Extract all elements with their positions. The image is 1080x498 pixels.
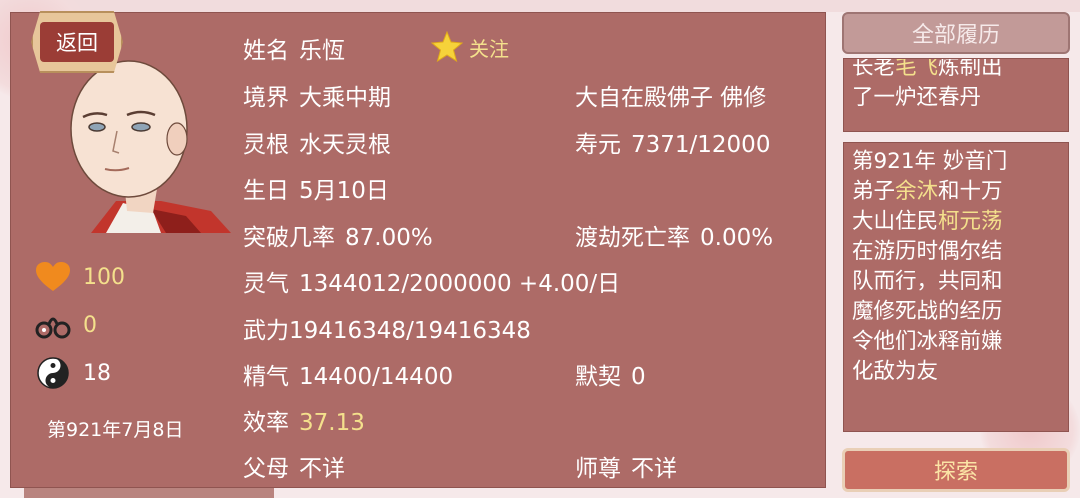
stat-yinyang: 18	[35, 355, 111, 391]
heart-icon	[35, 259, 71, 295]
current-date: 第921年7月8日	[47, 419, 184, 441]
chain-value: 0	[83, 312, 97, 338]
force-value: 武力19416348/19416348	[243, 318, 531, 344]
breakthrough-value: 87.00%	[345, 225, 433, 251]
life-value: 7371/12000	[631, 132, 771, 158]
bond-row: 默契 0	[575, 364, 646, 390]
person-name[interactable]: 余沐	[895, 179, 938, 204]
yin-yang-icon	[35, 355, 71, 391]
essence-row: 精气 14400/14400	[243, 364, 454, 390]
explore-label: 探索	[933, 460, 978, 485]
heart-value: 100	[83, 264, 125, 290]
back-button[interactable]: 返回	[31, 11, 123, 73]
handcuffs-icon	[35, 307, 71, 343]
history-entry: 第921年 妙音门 弟子余沐和十万 大山住民柯元荡 在游历时偶尔结 队而行，共同…	[843, 142, 1069, 432]
qi-row: 灵气 1344012/2000000 +4.00/日	[243, 271, 621, 297]
follow-button[interactable]: 关注	[431, 31, 509, 63]
yinyang-value: 18	[83, 360, 111, 386]
name-row: 姓名 乐恆	[243, 38, 345, 64]
bottom-panel-fragment	[24, 488, 274, 498]
back-button-label: 返回	[56, 31, 98, 55]
all-history-label: 全部履历	[911, 23, 1000, 48]
tribulation-row: 渡劫死亡率 0.00%	[575, 225, 774, 251]
root-value: 水天灵根	[299, 132, 391, 158]
name-value: 乐恆	[299, 38, 345, 64]
qi-value: 1344012/2000000 +4.00/日	[299, 271, 621, 297]
master-value: 不详	[631, 456, 677, 482]
essence-value: 14400/14400	[299, 364, 454, 390]
efficiency-value: 37.13	[299, 410, 365, 436]
efficiency-row: 效率 37.13	[243, 410, 365, 436]
all-history-button[interactable]: 全部履历	[842, 12, 1070, 54]
root-row: 灵根 水天灵根	[243, 132, 391, 158]
bond-value: 0	[631, 364, 646, 390]
character-panel: 返回 100 0 18 第921年7月8日 关注 姓名 乐恆 境界 大乘中期 大自在…	[10, 11, 826, 488]
star-icon	[431, 31, 463, 63]
character-portrait	[70, 60, 231, 233]
history-entry: 长老毛飞炼制出 了一炉还春丹	[843, 58, 1069, 132]
person-name[interactable]: 柯元荡	[938, 209, 1003, 234]
parents-value: 不详	[299, 456, 345, 482]
tribulation-value: 0.00%	[700, 225, 774, 251]
follow-label: 关注	[469, 36, 509, 61]
life-row: 寿元 7371/12000	[575, 132, 771, 158]
birthday-row: 生日 5月10日	[243, 178, 389, 204]
birthday-value: 5月10日	[299, 178, 389, 204]
top-background-strip	[0, 0, 1080, 12]
master-row: 师尊 不详	[575, 456, 677, 482]
realm-row: 境界 大乘中期	[243, 85, 391, 111]
parents-row: 父母 不详	[243, 456, 345, 482]
sect-value: 大自在殿佛子 佛修	[575, 85, 767, 111]
breakthrough-row: 突破几率 87.00%	[243, 225, 433, 251]
stat-chain: 0	[35, 307, 97, 343]
explore-button[interactable]: 探索	[842, 448, 1070, 492]
stat-heart: 100	[35, 259, 125, 295]
person-name[interactable]: 毛飞	[895, 59, 938, 80]
realm-value: 大乘中期	[299, 85, 391, 111]
